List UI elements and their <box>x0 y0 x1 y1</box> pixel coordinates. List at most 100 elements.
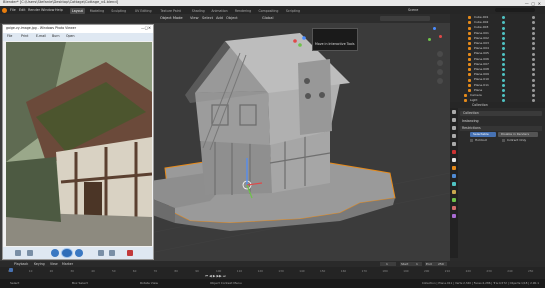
photo-viewer-window[interactable]: gaige-vy-image.jpg - Windows Photo Viewe… <box>2 24 154 260</box>
workspace-tab-animation[interactable]: Animation <box>209 8 229 14</box>
menu-file[interactable]: File <box>10 8 16 12</box>
visibility-eye-icon[interactable] <box>532 21 535 25</box>
timeline-ruler[interactable]: 0102030405060708090100110120130140150160… <box>0 268 545 278</box>
visibility-eye-icon[interactable] <box>532 68 535 72</box>
rotate-left-icon[interactable] <box>98 250 104 256</box>
pv-burn[interactable]: Burn <box>52 34 59 38</box>
visibility-eye-icon[interactable] <box>532 42 535 46</box>
properties-tab-render-icon[interactable] <box>452 118 456 122</box>
pan-icon[interactable] <box>437 60 443 66</box>
visibility-eye-icon[interactable] <box>532 63 535 67</box>
pv-print[interactable]: Print <box>21 34 28 38</box>
collection-name-field[interactable]: Collection <box>460 111 542 116</box>
workspace-tab-rendering[interactable]: Rendering <box>233 8 253 14</box>
select-menu[interactable]: Select <box>202 16 213 21</box>
view-menu[interactable]: View <box>50 262 58 266</box>
current-frame-field[interactable]: 1 <box>380 262 396 266</box>
properties-tab-view-layer-icon[interactable] <box>452 134 456 138</box>
actual-size-icon[interactable] <box>27 250 33 256</box>
blender-logo-icon[interactable] <box>2 7 7 13</box>
indirect-only-checkbox[interactable]: Indirect Only <box>502 139 540 143</box>
delete-icon[interactable] <box>127 250 133 256</box>
zoom-icon[interactable] <box>437 51 443 57</box>
pv-file[interactable]: File <box>7 34 12 38</box>
pv-open[interactable]: Open <box>66 34 75 38</box>
scene-selector[interactable]: Scene <box>408 8 418 12</box>
navigation-gizmo[interactable] <box>425 27 443 45</box>
visibility-eye-icon[interactable] <box>532 37 535 41</box>
visibility-eye-icon[interactable] <box>532 31 535 35</box>
next-icon[interactable] <box>75 249 83 257</box>
axis-z-icon[interactable] <box>433 27 436 30</box>
visibility-eye-icon[interactable] <box>532 83 535 87</box>
menu-window[interactable]: Window <box>41 8 54 12</box>
visibility-eye-icon[interactable] <box>532 47 535 51</box>
object-icon <box>468 68 471 72</box>
properties-tab-scene-icon[interactable] <box>452 142 456 146</box>
workspace-tab-sculpting[interactable]: Sculpting <box>109 8 128 14</box>
holdout-checkbox[interactable]: Holdout <box>470 139 500 143</box>
outliner-search-input[interactable] <box>495 8 535 12</box>
properties-tab-physics-icon[interactable] <box>452 182 456 186</box>
properties-tab-material-icon[interactable] <box>452 206 456 210</box>
pv-email[interactable]: E-mail <box>36 34 46 38</box>
workspace-tab-modeling[interactable]: Modeling <box>88 8 107 14</box>
add-menu[interactable]: Add <box>216 16 223 21</box>
grid-icon[interactable] <box>437 78 443 84</box>
workspace-tab-shading[interactable]: Shading <box>190 8 207 14</box>
rotate-right-icon[interactable] <box>109 250 115 256</box>
menu-edit[interactable]: Edit <box>19 8 26 12</box>
previous-icon[interactable] <box>51 249 59 257</box>
checkbox-icon[interactable] <box>502 139 505 142</box>
visibility-eye-icon[interactable] <box>532 78 535 82</box>
marker-menu[interactable]: Marker <box>62 262 73 266</box>
section-instancing[interactable]: Instancing <box>460 119 542 124</box>
properties-tab-constraints-icon[interactable] <box>452 190 456 194</box>
visibility-eye-icon[interactable] <box>532 26 535 30</box>
disable-renders-toggle[interactable]: Disable in Renders <box>498 132 538 137</box>
visibility-eye-icon[interactable] <box>532 73 535 77</box>
workspace-tab-texture-paint[interactable]: Texture Paint <box>158 8 183 14</box>
window-controls[interactable]: — ▢ ✕ <box>525 1 541 6</box>
menu-help[interactable]: Help <box>55 8 63 12</box>
camera-icon[interactable] <box>437 69 443 75</box>
timeline-tick-label: 130 <box>278 269 284 273</box>
visibility-eye-icon[interactable] <box>532 94 535 98</box>
restrictions-row[interactable]: Restrictions <box>460 126 542 131</box>
properties-tab-collection-icon[interactable] <box>452 158 456 162</box>
photo-viewer-close-icon[interactable]: —▢✕ <box>141 26 151 30</box>
object-menu[interactable]: Object <box>226 16 238 21</box>
properties-tab-output-icon[interactable] <box>452 126 456 130</box>
end-frame-field[interactable]: End 250 <box>425 262 447 266</box>
playhead[interactable] <box>9 268 13 272</box>
workspace-tab-uv-editing[interactable]: UV Editing <box>133 8 154 14</box>
axis-x-icon[interactable] <box>439 35 442 38</box>
visibility-eye-icon[interactable] <box>532 57 535 61</box>
workspace-tab-compositing[interactable]: Compositing <box>256 8 280 14</box>
selectable-toggle[interactable]: Selectable <box>470 132 496 137</box>
keying-menu[interactable]: Keying <box>34 262 45 266</box>
axis-y-icon[interactable] <box>428 38 431 41</box>
visibility-eye-icon[interactable] <box>532 16 535 20</box>
playback-menu[interactable]: Playback <box>14 262 28 266</box>
properties-tab-texture-icon[interactable] <box>452 214 456 218</box>
checkbox-icon[interactable] <box>470 139 473 142</box>
zoom-icon[interactable] <box>15 250 21 256</box>
properties-tab-modifiers-icon[interactable] <box>452 174 456 178</box>
start-frame-field[interactable]: Start 1 <box>400 262 422 266</box>
orientation-dropdown[interactable]: Global <box>262 16 273 21</box>
shading-buttons[interactable] <box>380 16 430 21</box>
workspace-tab-scripting[interactable]: Scripting <box>284 8 302 14</box>
visibility-eye-icon[interactable] <box>532 52 535 56</box>
slideshow-icon[interactable] <box>61 248 73 258</box>
properties-tab-tool-icon[interactable] <box>452 110 456 114</box>
view-menu[interactable]: View <box>190 16 199 21</box>
visibility-eye-icon[interactable] <box>532 89 535 93</box>
properties-tab-object-icon[interactable] <box>452 166 456 170</box>
mode-dropdown[interactable]: Object Mode <box>160 16 183 21</box>
playback-controls[interactable]: ⏮ ◀ ▶ ▶▶ ⏭ <box>205 262 255 278</box>
properties-tab-data-icon[interactable] <box>452 198 456 202</box>
menu-render[interactable]: Render <box>28 8 40 12</box>
properties-tab-world-icon[interactable] <box>452 150 456 154</box>
workspace-tab-layout[interactable]: Layout <box>70 7 85 14</box>
